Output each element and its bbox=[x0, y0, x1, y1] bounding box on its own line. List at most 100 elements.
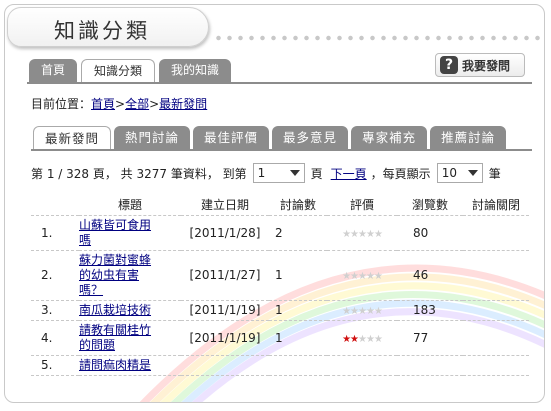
star-icon: ★ bbox=[358, 271, 367, 282]
row-view-count: 77 bbox=[397, 320, 463, 356]
star-icon: ★ bbox=[373, 228, 383, 240]
breadcrumb-prefix: 目前位置： bbox=[31, 97, 92, 111]
row-title-cell: 山蘇皆可食用嗎 bbox=[79, 215, 181, 251]
question-title-link[interactable]: 請教有關桂竹 的問題 bbox=[79, 323, 181, 353]
row-number: 4. bbox=[31, 320, 79, 356]
row-title-cell: 蘇力菌對蜜蜂 的幼虫有害 嗎？ bbox=[79, 250, 181, 301]
dotted-divider bbox=[213, 35, 543, 41]
row-date: [2011/1/19] bbox=[181, 300, 269, 321]
row-rating: ★★★★★ bbox=[327, 300, 397, 321]
per-page-unit: 筆 bbox=[488, 166, 501, 181]
question-title-link[interactable]: 蘇力菌對蜜蜂 的幼虫有害 嗎？ bbox=[79, 253, 181, 298]
question-title-line: 蘇力菌對蜜蜂 bbox=[79, 252, 152, 267]
row-date: [2011/1/19] bbox=[181, 320, 269, 356]
tab-hot-discussions[interactable]: 熱門討論 bbox=[114, 126, 191, 149]
row-discussion-count: 1 bbox=[269, 300, 327, 321]
per-page-label: ，每頁顯示 bbox=[370, 166, 431, 181]
column-header-closed: 討論關閉 bbox=[463, 195, 529, 216]
breadcrumb-separator: > bbox=[115, 97, 126, 111]
table-row: 3. 南瓜栽培技術 [2011/1/19] 1 ★★★★★ 183 bbox=[31, 300, 529, 321]
question-title-link[interactable]: 請問痲肉精是 bbox=[79, 358, 181, 373]
tab-recommended[interactable]: 推薦討論 bbox=[430, 126, 507, 149]
app-frame: 知識分類 首頁 知識分類 我的知識 ? 我要發問 目前位置：首頁>全部>最新發問… bbox=[4, 4, 545, 403]
row-date: [2011/1/27] bbox=[181, 250, 269, 301]
question-title-line: 南瓜栽培技術 bbox=[79, 302, 152, 317]
next-page-link[interactable]: 下一頁 bbox=[331, 165, 367, 182]
row-closed bbox=[463, 250, 529, 301]
star-icon: ★ bbox=[365, 228, 375, 240]
row-view-count: 183 bbox=[397, 300, 463, 321]
table-row: 1. 山蘇皆可食用嗎 [2011/1/28] 2 ★★★★★ 80 bbox=[31, 215, 529, 251]
breadcrumb: 目前位置：首頁>全部>最新發問 bbox=[31, 95, 207, 112]
star-icon: ★ bbox=[350, 271, 359, 282]
tab-expert-additions[interactable]: 專家補充 bbox=[351, 126, 428, 149]
breadcrumb-home-link[interactable]: 首頁 bbox=[91, 97, 115, 111]
chevron-down-icon bbox=[467, 170, 478, 176]
tab-knowledge-category[interactable]: 知識分類 bbox=[81, 59, 156, 83]
main-tab-bar: 首頁 知識分類 我的知識 bbox=[29, 59, 235, 83]
page-select[interactable]: 1 bbox=[252, 163, 305, 183]
star-icon: ★ bbox=[358, 306, 367, 317]
question-title-line: 嗎？ bbox=[79, 282, 104, 297]
pagination-summary: 第 1 / 328 頁， 共 3277 筆資料， 到第 bbox=[31, 166, 247, 181]
table-header-row: 標題 建立日期 討論數 評價 瀏覽數 討論關閉 bbox=[31, 195, 529, 216]
tab-best-rated[interactable]: 最佳評價 bbox=[193, 126, 270, 149]
per-page-select-value: 10 bbox=[441, 166, 457, 180]
page-title-banner: 知識分類 bbox=[7, 7, 209, 47]
row-number: 3. bbox=[31, 300, 79, 321]
tab-most-opinions[interactable]: 最多意見 bbox=[272, 126, 349, 149]
star-icon: ★ bbox=[373, 333, 383, 345]
row-view-count bbox=[397, 355, 463, 376]
row-discussion-count bbox=[269, 355, 327, 376]
star-icon: ★ bbox=[350, 228, 359, 240]
ask-question-button[interactable]: ? 我要發問 bbox=[435, 53, 525, 77]
column-header-number bbox=[31, 195, 79, 216]
star-icon: ★ bbox=[365, 271, 375, 282]
row-closed bbox=[463, 215, 529, 251]
breadcrumb-all-link[interactable]: 全部 bbox=[125, 97, 149, 111]
row-title-cell: 請教有關桂竹 的問題 bbox=[79, 320, 181, 356]
star-icon: ★ bbox=[365, 306, 375, 317]
row-view-count: 80 bbox=[397, 215, 463, 251]
star-icon: ★ bbox=[365, 333, 375, 345]
row-number: 2. bbox=[31, 250, 79, 301]
question-title-line: 請問痲肉精是 bbox=[79, 357, 152, 372]
row-rating bbox=[327, 355, 397, 376]
question-table: 標題 建立日期 討論數 評價 瀏覽數 討論關閉 1. 山蘇皆可食用嗎 [2011/1… bbox=[31, 195, 529, 376]
row-date bbox=[181, 355, 269, 376]
question-title-link[interactable]: 南瓜栽培技術 bbox=[79, 303, 181, 318]
row-date: [2011/1/28] bbox=[181, 215, 269, 251]
table-row: 4. 請教有關桂竹 的問題 [2011/1/19] 1 ★★★★★ 77 bbox=[31, 320, 529, 356]
breadcrumb-current-link[interactable]: 最新發問 bbox=[159, 97, 207, 111]
star-icon: ★ bbox=[342, 333, 351, 345]
star-icon: ★ bbox=[358, 333, 367, 345]
star-icon: ★ bbox=[373, 306, 383, 317]
breadcrumb-separator: > bbox=[149, 97, 160, 111]
row-closed bbox=[463, 320, 529, 356]
sort-tab-bar: 最新發問 熱門討論 最佳評價 最多意見 專家補充 推薦討論 bbox=[33, 126, 509, 150]
star-icon: ★ bbox=[350, 306, 359, 317]
star-icon: ★ bbox=[342, 306, 351, 317]
question-title-link[interactable]: 山蘇皆可食用嗎 bbox=[79, 218, 181, 248]
row-number: 1. bbox=[31, 215, 79, 251]
question-title-line: 請教有關桂竹 bbox=[79, 322, 152, 337]
row-closed bbox=[463, 300, 529, 321]
table-row: 2. 蘇力菌對蜜蜂 的幼虫有害 嗎？ [2011/1/27] 1 ★★★★★ 46 bbox=[31, 250, 529, 301]
per-page-select[interactable]: 10 bbox=[436, 163, 483, 183]
tab-my-knowledge[interactable]: 我的知識 bbox=[159, 59, 232, 82]
tab-home[interactable]: 首頁 bbox=[29, 59, 78, 82]
star-icon: ★ bbox=[373, 271, 383, 282]
ask-question-label: 我要發問 bbox=[462, 58, 511, 73]
star-icon: ★ bbox=[342, 271, 351, 282]
page-unit: 頁 bbox=[310, 166, 323, 181]
row-rating: ★★★★★ bbox=[327, 215, 397, 251]
page-title: 知識分類 bbox=[54, 19, 150, 43]
table-row: 5. 請問痲肉精是 bbox=[31, 355, 529, 376]
pagination-bar: 第 1 / 328 頁， 共 3277 筆資料， 到第 1 頁 下一頁 ，每頁顯… bbox=[31, 163, 501, 183]
column-header-discussions: 討論數 bbox=[269, 195, 327, 216]
table-body: 1. 山蘇皆可食用嗎 [2011/1/28] 2 ★★★★★ 80 2. 蘇力菌對蜜蜂 的幼虫有… bbox=[31, 215, 529, 376]
column-header-views: 瀏覽數 bbox=[397, 195, 463, 216]
column-header-title: 標題 bbox=[79, 195, 181, 216]
tab-latest-questions[interactable]: 最新發問 bbox=[33, 126, 112, 150]
row-view-count: 46 bbox=[397, 250, 463, 301]
